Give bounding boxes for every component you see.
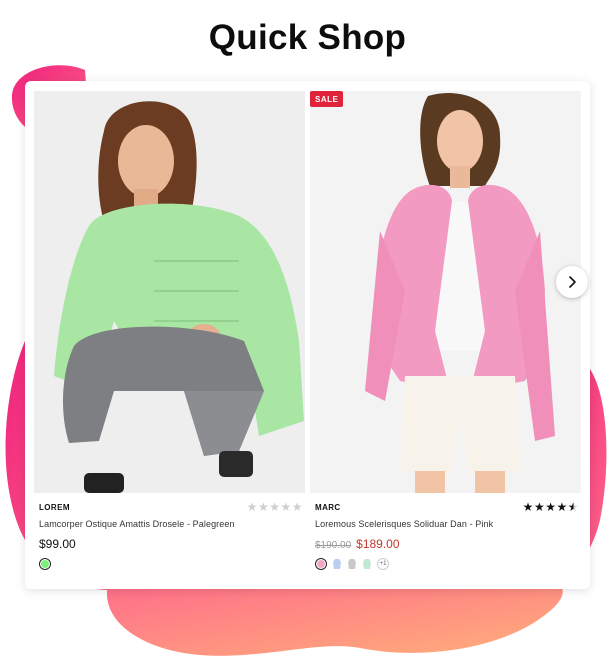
- star-icon: ★: [556, 500, 568, 514]
- product-image[interactable]: [34, 91, 305, 493]
- swatch-pink[interactable]: [315, 558, 327, 570]
- rating-stars: ★★★★★: [523, 501, 579, 513]
- swatch-grey[interactable]: [347, 558, 357, 570]
- product-card[interactable]: LOREM ★★★★★ Lamcorper Ostique Amattis Dr…: [34, 91, 305, 581]
- page-title: Quick Shop: [208, 18, 407, 57]
- product-card[interactable]: SALE MARC ★★★★★ Loremous Scelerisques So…: [310, 91, 588, 581]
- product-price: $99.00: [39, 537, 76, 551]
- model-pink-blazer-illustration: [310, 91, 581, 493]
- color-swatches: +1: [315, 558, 389, 570]
- swatch-mint[interactable]: [362, 558, 372, 570]
- carousel-next-button[interactable]: [556, 266, 588, 298]
- swatch-palegreen[interactable]: [39, 558, 51, 570]
- product-title[interactable]: Lamcorper Ostique Amattis Drosele - Pale…: [39, 519, 235, 529]
- star-icon: ★: [269, 500, 281, 514]
- product-price: $190.00 $189.00: [315, 537, 400, 551]
- star-half-icon: ★: [567, 500, 579, 514]
- product-brand[interactable]: MARC: [315, 503, 341, 512]
- star-icon: ★: [257, 500, 270, 514]
- color-swatches: [39, 558, 51, 570]
- current-price: $99.00: [39, 537, 76, 551]
- sale-price: $189.00: [356, 537, 400, 551]
- quick-shop-carousel: LOREM ★★★★★ Lamcorper Ostique Amattis Dr…: [25, 81, 590, 589]
- swatch-light-blue[interactable]: [332, 558, 342, 570]
- original-price: $190.00: [315, 540, 352, 551]
- product-title[interactable]: Loremous Scelerisques Soliduar Dan - Pin…: [315, 519, 493, 529]
- more-colors-badge[interactable]: +1: [377, 558, 389, 570]
- sale-badge: SALE: [310, 91, 344, 107]
- model-green-sweater-illustration: [34, 91, 305, 493]
- star-icon: ★: [291, 500, 303, 514]
- chevron-right-icon: [569, 276, 576, 288]
- product-image[interactable]: SALE: [310, 91, 581, 493]
- star-icon: ★: [533, 500, 546, 514]
- star-icon: ★: [246, 500, 258, 514]
- star-icon: ★: [280, 500, 292, 514]
- star-icon: ★: [545, 500, 557, 514]
- star-icon: ★: [522, 500, 534, 514]
- product-brand[interactable]: LOREM: [39, 503, 70, 512]
- rating-stars: ★★★★★: [247, 501, 303, 513]
